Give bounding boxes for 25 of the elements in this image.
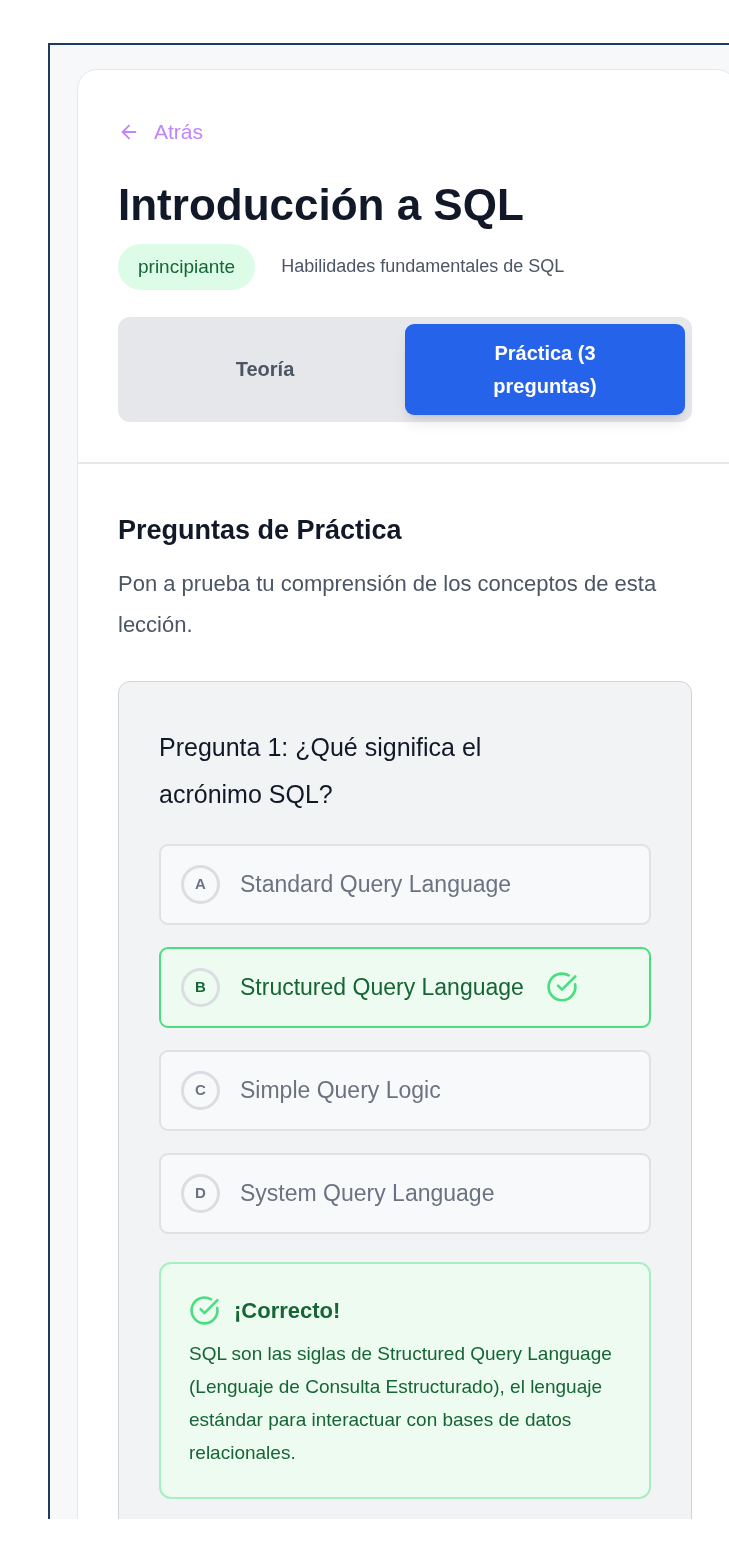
answer-option[interactable]: B Structured Query Language	[159, 946, 651, 1028]
option-letter: A	[181, 864, 220, 904]
lesson-title: Introducción a SQL	[118, 178, 525, 231]
lesson-subtitle: Habilidades fundamentales de SQL	[281, 255, 565, 279]
answer-option[interactable]: A Standard Query Language	[159, 843, 651, 925]
tab[interactable]: Teoría	[125, 324, 405, 415]
option-text: Structured Query Language	[240, 972, 524, 1002]
tab[interactable]: Práctica (3 preguntas)	[405, 324, 685, 415]
option-text: System Query Language	[240, 1178, 495, 1208]
answer-option[interactable]: C Simple Query Logic	[159, 1049, 651, 1131]
feedback-text: SQL son las siglas de Structured Query Language (Lenguaje de Consulta Estructurado), el lenguaje estándar para interactuar con bases de datos relacionales.	[189, 1341, 613, 1465]
option-letter: D	[181, 1173, 220, 1213]
section-heading: Preguntas de Práctica	[118, 514, 403, 547]
question-text: Pregunta 1: ¿Qué significa el acrónimo SQL?	[159, 731, 483, 810]
feedback-title: ¡Correcto!	[234, 1296, 341, 1325]
option-text: Simple Query Logic	[240, 1075, 441, 1105]
check-circle-icon	[545, 971, 578, 1003]
back-link[interactable]: Atrás	[118, 116, 203, 148]
option-letter: C	[181, 1070, 220, 1110]
section-description: Pon a prueba tu comprensión de los conceptos de esta lección.	[118, 569, 658, 639]
option-text: Standard Query Language	[240, 869, 512, 899]
level-badge: principiante	[118, 243, 256, 290]
option-letter: B	[181, 967, 220, 1007]
check-circle-icon	[189, 1294, 220, 1326]
answer-option[interactable]: D System Query Language	[159, 1152, 651, 1234]
